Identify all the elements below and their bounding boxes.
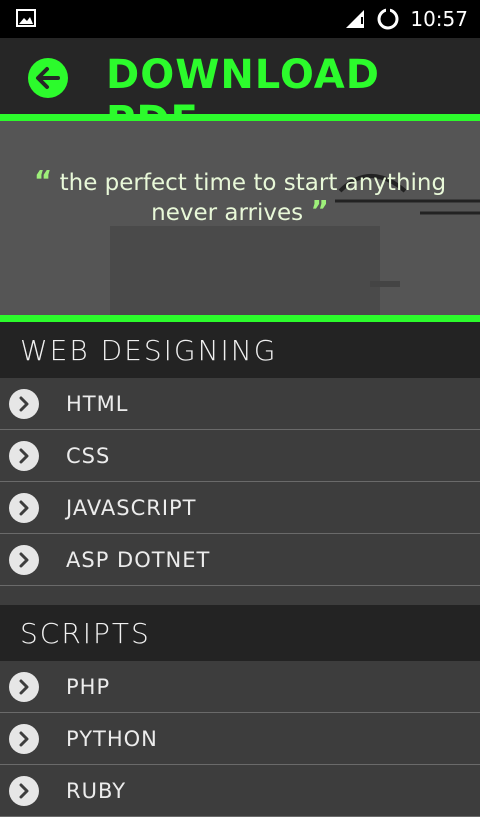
back-button[interactable] [28,58,68,98]
list-item-label: ASP DOTNET [66,547,211,572]
chevron-right-icon [9,544,39,575]
list-item-html[interactable]: HTML [0,378,480,430]
list-item-asp-dotnet[interactable]: ASP DOTNET [0,534,480,586]
list-item-label: PHP [66,674,111,699]
open-quote-icon: “ [33,164,53,197]
signal-icon [346,10,365,28]
app-bar: DOWNLOAD PDF [0,38,480,144]
status-bar: 10:57 [0,0,480,38]
quote-text: “ the perfect time to start anything nev… [0,167,480,227]
chevron-right-icon [9,723,39,754]
section-header-scripts: SCRIPTS [0,605,480,661]
list-item-python[interactable]: PYTHON [0,713,480,765]
section-header-web-designing: WEB DESIGNING [0,322,480,378]
chevron-right-icon [9,492,39,523]
list-item-label: JAVASCRIPT [66,495,197,520]
section-spacer [0,586,480,605]
list-item-ruby[interactable]: RUBY [0,765,480,817]
chevron-right-icon [9,775,39,806]
list-item-label: CSS [66,443,111,468]
chevron-right-icon [9,440,39,471]
list-item-php[interactable]: PHP [0,661,480,713]
list-item-css[interactable]: CSS [0,430,480,482]
image-icon [16,9,36,27]
list-item-javascript[interactable]: JAVASCRIPT [0,482,480,534]
quote-line-1: the perfect time to start anything [59,170,447,196]
chevron-right-icon [9,388,39,419]
close-quote-icon: ” [310,194,329,227]
status-time: 10:57 [410,7,468,31]
list-item-label: HTML [66,391,129,416]
banner-accent-line [0,315,480,322]
arrow-left-icon [36,67,60,89]
quote-line-2: never arrives [151,200,304,226]
chevron-right-icon [9,671,39,702]
sync-icon [377,8,399,30]
list-item-label: RUBY [66,778,127,803]
list-item-label: PYTHON [66,726,158,751]
quote-banner: “ the perfect time to start anything nev… [0,121,480,315]
